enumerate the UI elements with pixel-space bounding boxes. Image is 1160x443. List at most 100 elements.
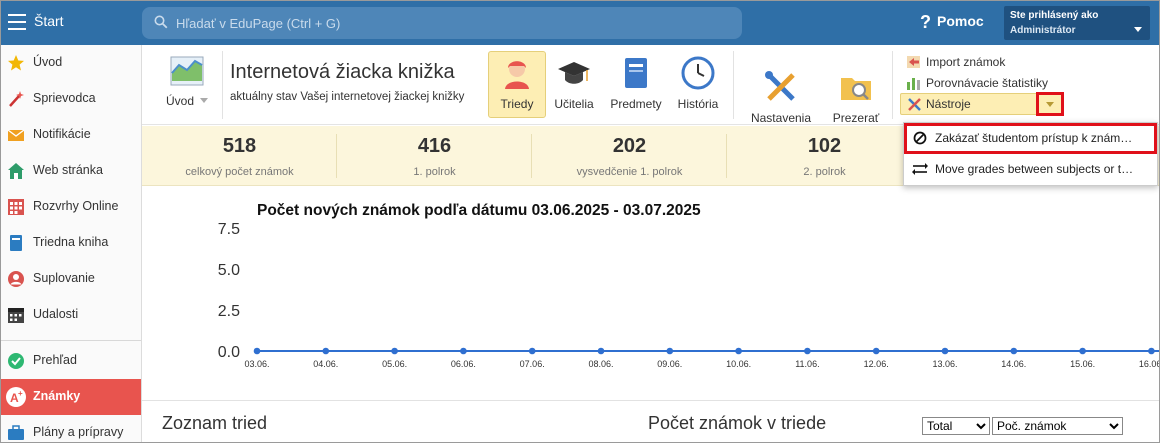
check-circle-icon xyxy=(8,353,24,369)
menu-item-disable-access[interactable]: Zakázať študentom prístup k známkam xyxy=(904,123,1157,154)
help-button[interactable]: ? Pomoc xyxy=(920,12,984,33)
toolbar-separator xyxy=(733,51,734,119)
sidebar-item-label: Úvod xyxy=(33,55,63,69)
sidebar-item-label: Udalosti xyxy=(33,307,79,321)
data-point[interactable] xyxy=(804,347,811,355)
stat-value: 102 xyxy=(807,135,842,157)
triedy-button[interactable]: Triedy xyxy=(488,51,546,118)
data-point[interactable] xyxy=(1079,347,1086,355)
arrows-swap-icon xyxy=(912,163,928,175)
porovnavacie-statistiky-link[interactable]: Porovnávacie štatistiky xyxy=(904,74,1048,95)
sidebar-item-prehlad[interactable]: Prehľad xyxy=(0,343,141,379)
data-point[interactable] xyxy=(941,347,949,355)
data-point[interactable] xyxy=(666,347,674,355)
triedy-label: Triedy xyxy=(500,97,534,111)
data-point[interactable] xyxy=(322,347,330,355)
sidebar-item-sprievodca[interactable]: Sprievodca xyxy=(0,81,141,117)
block-icon xyxy=(913,131,927,145)
period-select[interactable]: Total xyxy=(922,417,990,435)
x-tick-label: 14.06. xyxy=(1001,359,1026,369)
y-tick-label: 7.5 xyxy=(218,221,240,238)
data-point[interactable] xyxy=(253,347,261,355)
data-point[interactable] xyxy=(1010,347,1018,355)
sidebar-item-web-stranka[interactable]: Web stránka xyxy=(0,153,141,189)
metric-select[interactable]: Poč. známok xyxy=(992,417,1123,435)
menu-item-label: Move grades between subjects or teachers xyxy=(935,162,1135,176)
predmety-button[interactable]: Predmety xyxy=(608,51,664,111)
folder-search-icon xyxy=(841,78,871,100)
toolbar-links: Import známok Porovnávacie štatistiky xyxy=(904,53,1048,95)
calendar-icon xyxy=(8,308,24,323)
stat-second-term: 102 2. polrok xyxy=(727,126,922,186)
data-point[interactable] xyxy=(528,347,536,355)
data-point[interactable] xyxy=(460,347,467,355)
sidebar-item-notifikacie[interactable]: Notifikácie xyxy=(0,117,141,153)
x-tick-label: 09.06. xyxy=(657,359,682,369)
hamburger-menu-icon[interactable] xyxy=(8,14,26,30)
graduation-cap-icon xyxy=(558,62,590,84)
ucitelia-button[interactable]: Učitelia xyxy=(552,51,596,111)
calendar-grid-icon xyxy=(8,199,24,215)
nastroje-label: Nástroje xyxy=(926,97,971,111)
question-icon: ? xyxy=(920,12,931,32)
sidebar-item-rozvrhy-online[interactable]: Rozvrhy Online xyxy=(0,189,141,225)
sidebar-item-uvod[interactable]: Úvod xyxy=(0,45,141,81)
historia-button[interactable]: História xyxy=(674,51,722,111)
sidebar-item-udalosti[interactable]: Udalosti xyxy=(0,297,141,333)
toolbar-separator xyxy=(222,51,223,119)
briefcase-icon xyxy=(8,425,24,440)
data-point[interactable] xyxy=(597,347,605,355)
stat-total: 518 celkový počet známok xyxy=(142,126,337,186)
search-box[interactable] xyxy=(142,7,742,39)
sidebar-item-znamky[interactable]: A + Známky xyxy=(0,379,141,415)
sidebar-item-label: Plány a prípravy xyxy=(33,425,124,439)
stat-report-card: 202 vysvedčenie 1. polrok xyxy=(532,126,727,186)
grade-icon: A + xyxy=(6,387,26,407)
data-point[interactable] xyxy=(872,347,880,355)
start-menu-label[interactable]: Štart xyxy=(34,13,64,29)
sidebar-item-label: Suplovanie xyxy=(33,271,95,285)
user-menu[interactable]: Ste prihlásený ako Administrátor xyxy=(1004,6,1150,40)
home-button[interactable]: Úvod xyxy=(162,55,212,108)
menu-item-label: Zakázať študentom prístup k známkam xyxy=(935,131,1135,145)
menu-item-move-grades[interactable]: Move grades between subjects or teachers xyxy=(904,154,1157,184)
stat-caption: celkový počet známok xyxy=(185,166,294,178)
x-tick-label: 06.06. xyxy=(451,359,476,369)
home-label: Úvod xyxy=(165,94,194,108)
sidebar-item-label: Sprievodca xyxy=(33,91,96,105)
page-title: Internetová žiacka knižka xyxy=(230,61,455,83)
data-point[interactable] xyxy=(1148,347,1155,355)
tools-cross-icon xyxy=(765,71,795,101)
sidebar-item-label: Prehľad xyxy=(33,353,77,367)
chevron-down-icon xyxy=(200,98,208,103)
wrench-screwdriver-icon xyxy=(908,98,921,111)
sidebar-item-label: Známky xyxy=(33,389,81,403)
x-tick-label: 07.06. xyxy=(520,359,545,369)
chevron-down-icon xyxy=(1134,27,1142,32)
chart-panel: Počet nových známok podľa dátumu 03.06.2… xyxy=(142,186,1160,401)
x-tick-label: 16.06. xyxy=(1139,359,1160,369)
chevron-down-icon xyxy=(1046,102,1054,107)
nastroje-dropdown-button[interactable] xyxy=(1036,92,1064,116)
sidebar-divider xyxy=(0,340,141,341)
x-tick-label: 03.06. xyxy=(244,359,269,369)
sidebar-item-triedna-kniha[interactable]: Triedna kniha xyxy=(0,225,141,261)
svg-text:+: + xyxy=(18,389,23,398)
sidebar-item-label: Web stránka xyxy=(33,163,103,177)
search-input[interactable] xyxy=(176,14,716,32)
stat-caption: 2. polrok xyxy=(803,166,846,178)
sidebar-item-suplovanie[interactable]: Suplovanie xyxy=(0,261,141,297)
data-point[interactable] xyxy=(391,347,398,355)
bar-chart-icon xyxy=(907,78,920,90)
import-znamok-link[interactable]: Import známok xyxy=(904,53,1048,74)
line-chart: 7.5 5.0 2.5 0.0 03.06. 04.06. 05.06. 06.06. 07.0… xyxy=(218,221,1160,369)
x-tick-label: 04.06. xyxy=(313,359,338,369)
notebook-icon xyxy=(625,58,647,88)
sidebar-item-plany-a-pripravy[interactable]: Plány a prípravy xyxy=(0,415,141,443)
wand-icon xyxy=(9,91,24,107)
x-tick-label: 13.06. xyxy=(932,359,957,369)
toolbar-separator xyxy=(892,51,893,119)
data-point[interactable] xyxy=(735,347,742,355)
clock-icon xyxy=(681,56,715,90)
search-icon xyxy=(154,15,168,29)
